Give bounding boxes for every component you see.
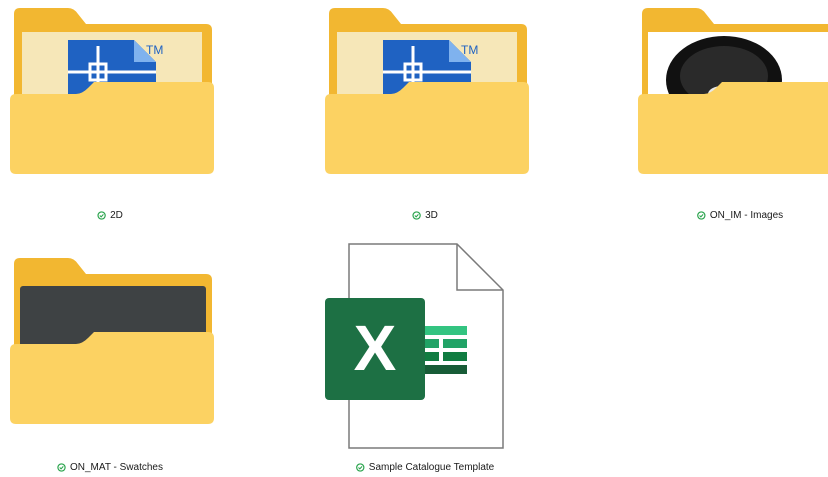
synced-icon <box>356 463 365 472</box>
synced-icon <box>697 211 706 220</box>
folder-icon <box>638 8 828 174</box>
item-label: 2D <box>97 210 123 221</box>
item-name: Sample Catalogue Template <box>368 462 495 473</box>
synced-icon <box>412 211 421 220</box>
folder-icon: TM <box>10 8 214 174</box>
folder-on-im-images[interactable]: ON_IM - Images <box>628 0 828 230</box>
excel-badge-letter: X <box>354 312 397 384</box>
excel-file-icon: X <box>325 243 504 449</box>
item-label: 3D <box>412 210 438 221</box>
synced-icon <box>97 211 106 220</box>
synced-icon <box>57 463 66 472</box>
item-name: ON_IM - Images <box>709 210 784 221</box>
item-name: ON_MAT - Swatches <box>70 462 163 473</box>
item-name: 2D <box>110 210 123 221</box>
folder-icon: TM <box>325 8 529 174</box>
folder-on-mat-swatches[interactable]: ON_MAT - Swatches <box>0 250 220 477</box>
item-label: Sample Catalogue Template <box>356 462 494 473</box>
trademark-badge: TM <box>461 43 478 57</box>
folder-icon <box>10 258 214 424</box>
file-sample-catalogue-template[interactable]: X Sample Catalogue Template <box>315 236 535 477</box>
item-label: ON_MAT - Swatches <box>57 462 163 473</box>
folder-3d[interactable]: TM 3D <box>315 0 535 230</box>
folder-2d[interactable]: TM 2D <box>0 0 220 230</box>
item-name: 3D <box>425 210 438 221</box>
trademark-badge: TM <box>146 43 163 57</box>
item-label: ON_IM - Images <box>697 210 783 221</box>
